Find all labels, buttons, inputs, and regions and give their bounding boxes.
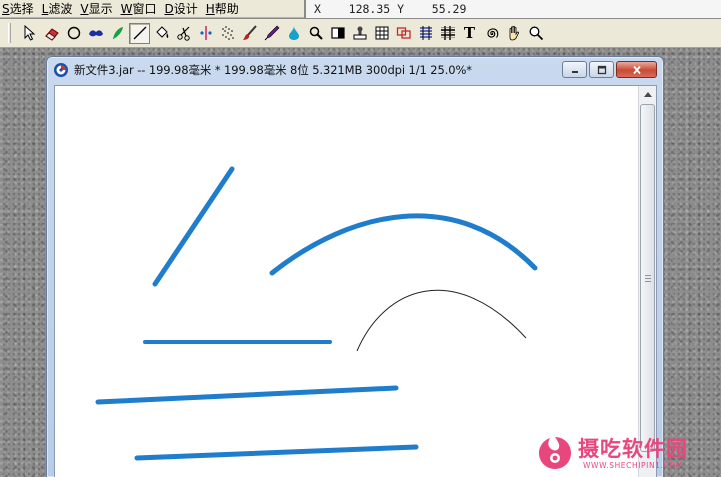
leaf-pen-tool[interactable] <box>107 23 128 44</box>
minimize-icon <box>571 70 578 73</box>
rect-fill-tool[interactable] <box>327 23 348 44</box>
minimize-button[interactable] <box>562 61 587 78</box>
watermark-title: 摄吃软件园 <box>578 436 688 461</box>
x-value: 128.35 <box>348 1 391 16</box>
grid-square-tool[interactable] <box>371 23 392 44</box>
menu-help[interactable]: H帮助 <box>204 0 245 18</box>
eraser-icon <box>44 28 59 41</box>
pins-tool[interactable] <box>195 23 216 44</box>
text-icon: T <box>463 24 476 42</box>
x-label: X <box>314 1 321 16</box>
pen-tip-icon <box>264 25 279 41</box>
overlap-tool[interactable] <box>393 23 414 44</box>
blob-brush-icon <box>88 30 103 37</box>
scroll-up-button[interactable] <box>639 86 656 103</box>
document-title: 新文件3.jar -- 199.98毫米 * 199.98毫米 8位 5.321… <box>74 63 472 77</box>
app-logo-icon <box>54 63 68 77</box>
circle-icon <box>67 26 80 40</box>
overlap-icon <box>396 27 411 39</box>
magnifier-icon <box>309 26 323 40</box>
zoom-tool[interactable] <box>525 23 546 44</box>
bucket-tool[interactable] <box>151 23 172 44</box>
stroke-long-lower[interactable] <box>134 444 419 461</box>
pointer-icon <box>24 25 35 41</box>
menu-select[interactable]: S选择 <box>0 0 40 18</box>
brush-icon <box>242 25 257 40</box>
spiral-tool[interactable] <box>481 23 502 44</box>
eraser-tool[interactable] <box>41 23 62 44</box>
stroke-long-upper[interactable] <box>95 385 399 405</box>
magnifier-tool[interactable] <box>305 23 326 44</box>
drawing-canvas[interactable] <box>55 86 639 477</box>
water-drop-icon <box>288 26 299 40</box>
mesh-icon <box>440 26 455 40</box>
rect-fill-icon <box>330 27 345 39</box>
window-controls <box>560 61 657 78</box>
y-value: 55.29 <box>431 1 467 16</box>
blob-brush-tool[interactable] <box>85 23 106 44</box>
bucket-icon <box>155 26 168 38</box>
pen-tip-tool[interactable] <box>261 23 282 44</box>
watermark-text: 摄吃软件园 WWW.SHECHIPIN1.COM <box>578 437 688 470</box>
maximize-icon <box>597 65 606 74</box>
menu-bar: S选择 L滤波 V显示 W窗口 D设计 H帮助 X 128.35 Y 55.29 <box>0 0 721 18</box>
weave-tool[interactable] <box>415 23 436 44</box>
brush-tool[interactable] <box>239 23 260 44</box>
scissors-tool[interactable] <box>173 23 194 44</box>
menu-window[interactable]: W窗口 <box>119 0 163 18</box>
spray-tool[interactable] <box>217 23 238 44</box>
stroke-arc-thick[interactable] <box>269 213 538 276</box>
menu-filter[interactable]: L滤波 <box>40 0 79 18</box>
close-button[interactable] <box>616 61 657 78</box>
weave-icon <box>419 26 432 40</box>
pointer-tool[interactable] <box>19 23 40 44</box>
scroll-up-icon <box>643 92 652 97</box>
menu-display[interactable]: V显示 <box>78 0 118 18</box>
stroke-diagonal[interactable] <box>152 166 235 287</box>
hand-icon <box>509 25 519 41</box>
scroll-thumb[interactable] <box>640 104 655 452</box>
leaf-pen-icon <box>112 27 123 40</box>
grid-square-icon <box>375 26 388 40</box>
vertical-scrollbar[interactable] <box>638 86 656 477</box>
scroll-grip-icon <box>644 274 651 282</box>
watermark-logo-icon <box>539 437 571 469</box>
stamp-icon <box>353 26 366 40</box>
zoom-icon <box>529 26 543 41</box>
text-tool[interactable]: T <box>459 23 480 44</box>
pins-icon <box>199 26 212 40</box>
toolbar-grip[interactable] <box>8 23 11 43</box>
site-watermark: 摄吃软件园 WWW.SHECHIPIN1.COM <box>536 430 716 476</box>
y-label: Y <box>397 1 405 16</box>
spray-icon <box>221 26 234 40</box>
canvas-frame <box>54 85 657 477</box>
spiral-icon <box>486 28 498 38</box>
tool-bar: T <box>0 19 721 48</box>
menu-list: S选择 L滤波 V显示 W窗口 D设计 H帮助 <box>0 0 306 18</box>
water-drop-tool[interactable] <box>283 23 304 44</box>
circle-tool[interactable] <box>63 23 84 44</box>
coordinate-readout: X 128.35 Y 55.29 <box>306 0 721 18</box>
hand-tool[interactable] <box>503 23 524 44</box>
line-tool[interactable] <box>129 22 150 44</box>
mesh-tool[interactable] <box>437 23 458 44</box>
stamp-tool[interactable] <box>349 23 370 44</box>
maximize-button[interactable] <box>589 61 614 78</box>
line-icon <box>133 26 146 40</box>
scissors-icon <box>176 26 190 41</box>
close-icon <box>632 65 641 74</box>
document-window: 新文件3.jar -- 199.98毫米 * 199.98毫米 8位 5.321… <box>46 56 664 477</box>
menu-design[interactable]: D设计 <box>162 0 203 18</box>
watermark-url: WWW.SHECHIPIN1.COM <box>583 460 683 470</box>
document-title-bar[interactable]: 新文件3.jar -- 199.98毫米 * 199.98毫米 8位 5.321… <box>47 57 663 83</box>
stroke-arc-thin[interactable] <box>356 289 527 352</box>
